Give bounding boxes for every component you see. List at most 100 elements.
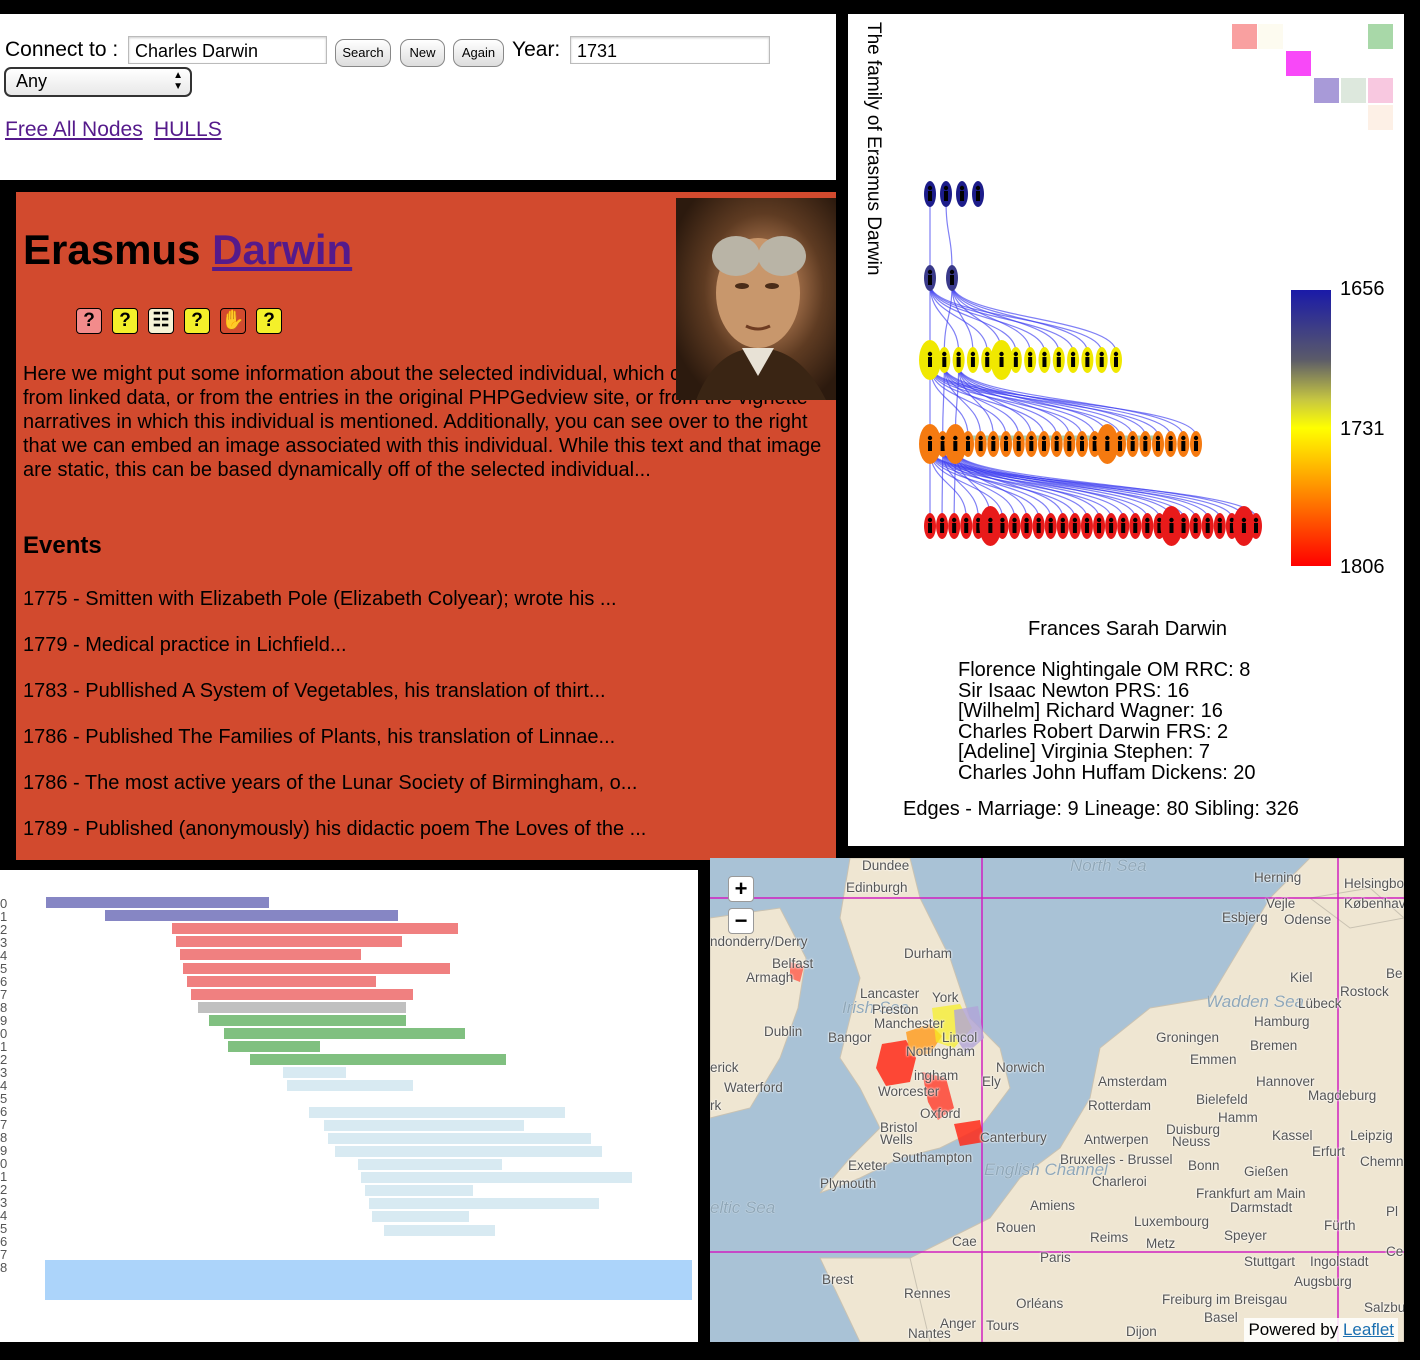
- person-figure-icon: [985, 357, 990, 367]
- lineage-edge: [942, 365, 945, 437]
- lifespan-bar[interactable]: [186, 975, 377, 987]
- timeline-tick-label: 4: [0, 950, 8, 961]
- city-label: Be: [1386, 966, 1403, 981]
- hulls-link[interactable]: HULLS: [154, 118, 222, 142]
- lifespan-bar[interactable]: [287, 1080, 414, 1092]
- lifespan-bar[interactable]: [198, 1001, 406, 1013]
- hand-icon[interactable]: ✋: [220, 308, 246, 334]
- stat-line: Charles Robert Darwin FRS: 2: [958, 720, 1229, 743]
- lifespan-bar[interactable]: [190, 988, 414, 1000]
- hull-swatch[interactable]: [1232, 24, 1257, 49]
- person-surname-link[interactable]: Darwin: [212, 226, 352, 273]
- city-label: rk: [710, 1098, 722, 1113]
- person-figure-icon: [927, 351, 933, 357]
- lifespan-bar[interactable]: [183, 962, 451, 974]
- city-label: Lancaster: [860, 986, 920, 1001]
- timeline-tick-label: 9: [0, 1015, 8, 1026]
- search-button[interactable]: Search: [335, 39, 391, 67]
- again-button[interactable]: Again: [453, 39, 504, 67]
- person-figure-icon: [951, 517, 957, 523]
- timeline-brush[interactable]: [45, 1260, 692, 1300]
- person-figure-icon: [1054, 435, 1059, 441]
- city-label: Lincol: [942, 1030, 978, 1045]
- city-label: York: [932, 990, 959, 1005]
- map-panel[interactable]: North Sea Irish Sea Wadden Sea English Chan…: [710, 858, 1404, 1342]
- lifespan-bar[interactable]: [327, 1132, 592, 1144]
- portrait-image: [696, 236, 826, 400]
- event-item[interactable]: 1786 - The most active years of the Luna…: [23, 772, 637, 795]
- lifespan-bar[interactable]: [46, 897, 269, 908]
- timeline-tick-label: 2: [0, 924, 8, 935]
- timeline-tick-label: 1: [0, 911, 8, 922]
- event-item[interactable]: 1786 - Published The Families of Plants,…: [23, 726, 615, 749]
- lifespan-bar[interactable]: [209, 1014, 406, 1026]
- timeline-tick-label: 0: [0, 1028, 8, 1039]
- lifespan-bar[interactable]: [357, 1159, 503, 1170]
- event-item[interactable]: 1789 - Published (anonymously) his didac…: [23, 818, 646, 841]
- hull-swatch[interactable]: [1314, 78, 1339, 103]
- person-figure-icon: [1042, 441, 1046, 451]
- hull-swatch[interactable]: [1368, 78, 1393, 103]
- lifespan-bar[interactable]: [249, 1054, 506, 1066]
- person-figure-icon: [1181, 435, 1186, 441]
- lifespan-bar[interactable]: [372, 1211, 469, 1223]
- stat-line: Sir Isaac Newton PRS: 16: [958, 679, 1190, 702]
- city-label: Durham: [904, 946, 953, 961]
- zoom-out-button[interactable]: −: [728, 908, 754, 934]
- person-figure-icon: [1205, 517, 1210, 523]
- lifespan-bar[interactable]: [335, 1145, 603, 1157]
- city-label: Salzbu: [1364, 1300, 1404, 1315]
- lifespan-bar[interactable]: [361, 1172, 632, 1184]
- person-figure-icon: [1193, 517, 1198, 523]
- lifespan-bar[interactable]: [364, 1185, 473, 1197]
- lineage-edge: [929, 365, 1197, 437]
- question-yellow-icon[interactable]: ?: [256, 308, 282, 334]
- filter-select[interactable]: Any ▲ ▼: [4, 67, 192, 97]
- event-item[interactable]: 1783 - Publlished A System of Vegetables…: [23, 680, 606, 703]
- lifespan-bar[interactable]: [224, 1028, 466, 1039]
- new-button[interactable]: New: [400, 39, 445, 67]
- hull-swatch[interactable]: [1368, 105, 1393, 130]
- hull-swatch[interactable]: [1286, 51, 1311, 76]
- lifespan-bar[interactable]: [324, 1119, 525, 1131]
- person-figure-icon: [1041, 435, 1047, 441]
- hull-swatch[interactable]: [1368, 24, 1393, 49]
- year-input[interactable]: 1731: [570, 36, 770, 64]
- lifespan-bar[interactable]: [172, 923, 458, 935]
- city-label: Waterford: [724, 1080, 783, 1095]
- question-yellow-icon[interactable]: ?: [112, 308, 138, 334]
- lifespan-bar[interactable]: [309, 1106, 566, 1118]
- lifespan-bar[interactable]: [179, 949, 362, 961]
- question-red-icon[interactable]: ?: [76, 308, 102, 334]
- timeline-tick-label: 5: [0, 1223, 8, 1234]
- city-label: Ingolstadt: [1310, 1254, 1369, 1269]
- free-all-nodes-link[interactable]: Free All Nodes: [5, 118, 143, 142]
- lifespan-bar[interactable]: [175, 936, 403, 948]
- person-figure-icon: [965, 435, 971, 441]
- timeline-tick-label: 5: [0, 963, 8, 974]
- leaflet-link[interactable]: Leaflet: [1343, 1320, 1394, 1339]
- lifespan-bar[interactable]: [383, 1224, 495, 1236]
- lifespan-bar[interactable]: [227, 1041, 321, 1053]
- hull-swatch[interactable]: [1341, 78, 1366, 103]
- zoom-in-button[interactable]: +: [728, 876, 754, 902]
- event-item[interactable]: 1779 - Medical practice in Lichfield...: [23, 634, 347, 657]
- person-figure-icon: [1080, 441, 1084, 451]
- city-label: Bangor: [828, 1030, 872, 1045]
- hull-swatch[interactable]: [1258, 24, 1283, 49]
- person-figure-icon: [943, 185, 949, 191]
- city-label: Pl: [1386, 1204, 1399, 1219]
- city-label: Manchester: [874, 1016, 945, 1031]
- person-figure-icon: [1120, 517, 1126, 523]
- notepad-icon[interactable]: ☷: [148, 308, 174, 334]
- question-yellow-icon[interactable]: ?: [184, 308, 210, 334]
- connect-input[interactable]: Charles Darwin: [128, 36, 327, 64]
- lifespan-bar[interactable]: [368, 1198, 599, 1210]
- person-figure-icon: [1056, 351, 1061, 357]
- lineage-edge: [929, 449, 1185, 519]
- event-item[interactable]: 1775 - Smitten with Elizabeth Pole (Eliz…: [23, 588, 617, 611]
- lifespan-bar[interactable]: [283, 1067, 347, 1079]
- connect-label: Connect to :: [5, 38, 119, 61]
- lifespan-bar[interactable]: [105, 910, 399, 922]
- city-label: Brest: [822, 1272, 854, 1287]
